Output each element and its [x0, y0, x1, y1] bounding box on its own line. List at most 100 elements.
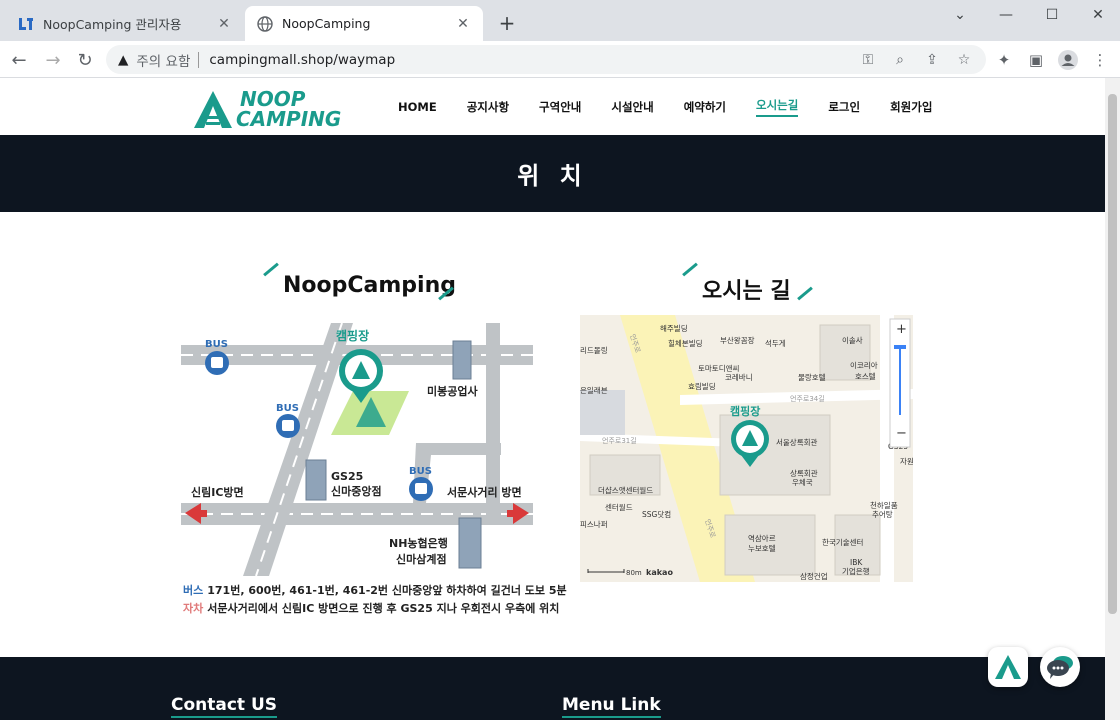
kakao-label: 호스텔 [855, 372, 876, 381]
kakao-label: 자원 [900, 457, 913, 466]
extensions-puzzle-icon[interactable]: ✦ [994, 50, 1014, 70]
menu-directions[interactable]: 오시는길 [756, 97, 799, 117]
zoom-icon[interactable]: ⌕ [890, 50, 910, 70]
map-label-bus: BUS [205, 339, 228, 350]
kakao-label: 천하일품 [870, 500, 898, 510]
warning-triangle-icon[interactable]: ▲ [118, 52, 128, 68]
kakao-label: 은일래븐 [580, 386, 608, 395]
chat-floating-button[interactable] [1040, 647, 1080, 687]
map-label-gs25: GS25 [331, 470, 363, 483]
menu-notice[interactable]: 공지사항 [467, 99, 509, 115]
url-text[interactable]: campingmall.shop/waymap [209, 52, 395, 68]
key-icon[interactable]: ⚿ [858, 50, 878, 70]
menu-facility-guide[interactable]: 시설안내 [611, 99, 653, 115]
security-warning-label: 주의 요함 [136, 53, 191, 70]
chat-bubble-icon [1047, 656, 1073, 679]
kakao-label: SSG닷컴 [642, 509, 671, 519]
kakao-label: 삼정건업 [800, 571, 828, 581]
caption-kind-car: 자차 [183, 602, 204, 615]
kakao-label: 센터월드 [605, 502, 633, 512]
kakao-label: 서울상록회관 [776, 437, 817, 447]
page-viewport: NOOP CAMPING HOME 공지사항 구역안내 시설안내 예약하기 오시… [0, 78, 1105, 720]
scale-label: 80m [626, 569, 642, 577]
page-scrollbar[interactable] [1105, 78, 1120, 720]
caption-text: 171번, 600번, 461-1번, 461-2번 신마중앙앞 하차하여 길건… [207, 584, 567, 597]
kakao-label: 석두게 [765, 338, 786, 348]
forward-arrow-icon[interactable]: → [40, 47, 66, 73]
browser-toolbar: ← → ↻ ▲ 주의 요함 campingmall.shop/waymap ⚿ … [0, 41, 1120, 78]
scrollbar-thumb[interactable] [1108, 94, 1117, 614]
map-label-nh-branch: 신마삼계점 [396, 552, 447, 566]
menu-reservation[interactable]: 예약하기 [684, 99, 726, 115]
title-decoration [797, 286, 813, 301]
page-title: 위 치 [517, 162, 588, 190]
map-label-bus: BUS [276, 403, 299, 414]
zoom-slider-handle[interactable] [894, 345, 906, 349]
tent-icon [995, 655, 1021, 679]
caption-text: 서문사거리에서 신림IC 방면으로 진행 후 GS25 지나 우회전시 우측에 … [207, 602, 560, 615]
zoom-in-button[interactable]: + [896, 322, 907, 337]
kakao-label: 한국기술센터 [822, 537, 863, 547]
kakao-label: 누보호텔 [748, 544, 776, 553]
kakao-brand[interactable]: kakao [646, 568, 673, 577]
bus-caption: 버스 171번, 600번, 461-1번, 461-2번 신마중앙앞 하차하여 … [183, 582, 567, 598]
map-label-camp: 캠핑장 [336, 328, 369, 343]
footer-contact-heading: Contact US [171, 695, 278, 718]
back-arrow-icon[interactable]: ← [6, 47, 32, 73]
tab-admin[interactable]: NoopCamping 관리자용 ✕ [6, 6, 244, 41]
reload-icon[interactable]: ↻ [72, 47, 98, 73]
footer-menu-link-heading: Menu Link [562, 695, 661, 718]
window-close-icon[interactable]: ✕ [1075, 0, 1120, 30]
profile-avatar-icon[interactable] [1058, 50, 1078, 70]
tab-title: NoopCamping [282, 16, 371, 31]
browser-menu-icon[interactable]: ⋮ [1090, 50, 1110, 70]
side-panel-icon[interactable]: ▣ [1026, 50, 1046, 70]
menu-zone-guide[interactable]: 구역안내 [539, 99, 581, 115]
bookmark-star-icon[interactable]: ☆ [954, 50, 974, 70]
kakao-label: 리드몰링 [580, 345, 608, 355]
kakao-map[interactable]: 캠핑장 해주빌딩 부산왕꼼장 석두게 이솔사 리드몰링 힐체본빌딩 토마토디앤씨… [580, 315, 913, 582]
tab-favicon-icon [18, 16, 34, 32]
title-decoration [263, 262, 279, 277]
menu-home[interactable]: HOME [398, 100, 437, 114]
tab-search-chevron-icon[interactable]: ⌄ [937, 0, 983, 30]
kakao-label: 추어탕 [872, 509, 893, 519]
car-caption: 자차 서문사거리에서 신림IC 방면으로 진행 후 GS25 지나 우회전시 우측… [183, 600, 559, 616]
close-tab-icon[interactable]: ✕ [216, 16, 232, 32]
close-tab-icon[interactable]: ✕ [455, 16, 471, 32]
zoom-out-button[interactable]: − [896, 426, 907, 441]
kakao-road-label: 언주로34길 [790, 394, 825, 403]
kakao-label: IBK [850, 558, 863, 567]
kakao-label: 토마토디앤씨 [698, 363, 739, 373]
map-label-mibong: 미봉공업사 [427, 384, 478, 398]
tab-active[interactable]: NoopCamping ✕ [245, 6, 483, 41]
menu-login[interactable]: 로그인 [828, 99, 860, 115]
kakao-road-label: 언주로31길 [602, 436, 637, 445]
right-section-title: 오시는 길 [702, 279, 791, 304]
kakao-label: 기업은행 [842, 566, 870, 576]
map-label-gs25-branch: 신마중앙점 [331, 484, 382, 498]
kakao-map-graphic: 캠핑장 해주빌딩 부산왕꼼장 석두게 이솔사 리드몰링 힐체본빌딩 토마토디앤씨… [580, 315, 913, 582]
menu-signup[interactable]: 회원가입 [890, 99, 932, 115]
kakao-label: 물랑호텔 [798, 373, 826, 382]
map-label-seomun: 서문사거리 방면 [447, 485, 522, 499]
maximize-icon[interactable]: ☐ [1029, 0, 1075, 30]
site-logo[interactable]: NOOP CAMPING [192, 88, 341, 130]
omnibox-divider [198, 51, 200, 68]
kakao-label: 이코리아 [850, 360, 878, 370]
minimize-icon[interactable]: — [983, 0, 1029, 30]
globe-icon [257, 15, 273, 32]
share-icon[interactable]: ⇪ [922, 50, 942, 70]
address-bar[interactable]: ▲ 주의 요함 campingmall.shop/waymap ⚿ ⌕ ⇪ ☆ [106, 45, 986, 74]
tent-floating-button[interactable] [988, 647, 1028, 687]
map-label-nh: NH농협은행 [389, 536, 448, 550]
title-decoration [682, 262, 698, 277]
tab-title: NoopCamping 관리자용 [43, 17, 182, 32]
tent-logo-icon [194, 91, 232, 128]
new-tab-icon[interactable]: + [496, 11, 518, 35]
kakao-label: 우체국 [792, 477, 813, 487]
kakao-label: 이솔사 [842, 335, 863, 345]
kakao-label: 역삼아르 [748, 533, 776, 543]
logo-wordmark: NOOP CAMPING [236, 87, 342, 131]
map-label-bus: BUS [409, 466, 432, 477]
